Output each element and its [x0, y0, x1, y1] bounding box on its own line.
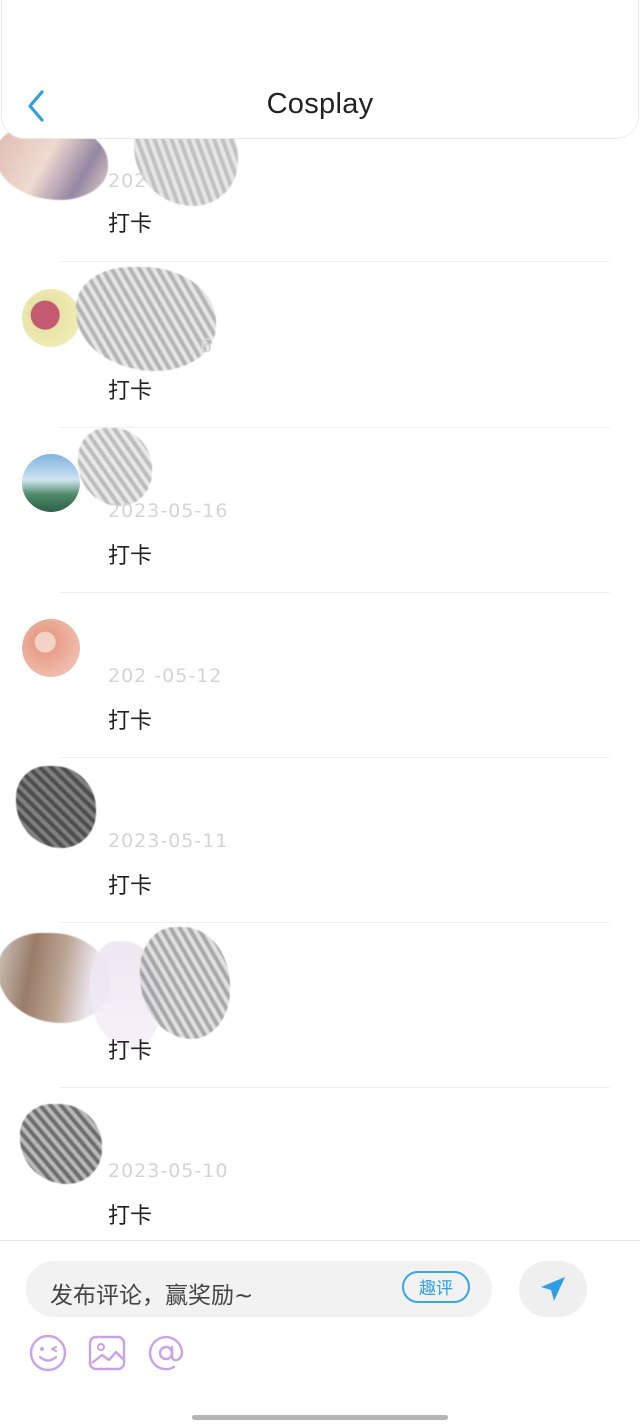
- comment-date: 202 -05-12: [108, 665, 223, 687]
- comment-item[interactable]: 202 打卡: [0, 102, 640, 262]
- avatar[interactable]: [16, 766, 96, 848]
- send-button[interactable]: [519, 1261, 587, 1317]
- comment-date: 2023-05-10: [108, 1160, 229, 1182]
- comment-text: 打卡: [108, 1204, 153, 1229]
- emoji-icon[interactable]: [28, 1333, 68, 1373]
- comment-input[interactable]: 发布评论，赢奖励~ 趣评: [26, 1261, 492, 1317]
- comment-date: 2023-05-11: [108, 830, 229, 852]
- divider: [60, 261, 610, 262]
- comment-item[interactable]: 6 打卡: [0, 263, 640, 428]
- image-icon[interactable]: [87, 1333, 127, 1373]
- comment-date: 202: [108, 170, 148, 192]
- comment-input-placeholder: 发布评论，赢奖励~: [50, 1283, 254, 1309]
- comment-composer: 发布评论，赢奖励~ 趣评: [0, 1240, 640, 1424]
- avatar[interactable]: [20, 1104, 102, 1184]
- comment-item[interactable]: 2023-05-16 打卡: [0, 428, 640, 593]
- comment-item[interactable]: 2023-05-11 打卡: [0, 758, 640, 923]
- comment-item[interactable]: 202 -05-12 打卡: [0, 593, 640, 758]
- at-icon[interactable]: [146, 1333, 186, 1373]
- comment-date: 6: [200, 335, 214, 357]
- quping-button[interactable]: 趣评: [402, 1271, 470, 1303]
- username-redaction: [78, 428, 152, 506]
- page-title: Cosplay: [266, 88, 374, 120]
- comment-text: 打卡: [108, 379, 153, 404]
- avatar[interactable]: [22, 289, 80, 347]
- comment-text: 打卡: [108, 212, 153, 237]
- page-header: Cosplay: [2, 0, 638, 138]
- comment-date: 2023-05-16: [108, 500, 229, 522]
- comment-text: 打卡: [108, 544, 153, 569]
- comment-item[interactable]: 2023-05-10 打卡: [0, 1088, 640, 1238]
- comment-text: 打卡: [108, 1039, 153, 1064]
- avatar[interactable]: [22, 619, 80, 677]
- paper-plane-icon: [541, 1277, 565, 1301]
- avatar[interactable]: [22, 454, 80, 512]
- comment-text: 打卡: [108, 709, 153, 734]
- username-redaction: [76, 267, 216, 371]
- home-indicator[interactable]: [192, 1415, 448, 1420]
- comment-text: 打卡: [108, 874, 153, 899]
- comment-item[interactable]: 打卡: [0, 923, 640, 1088]
